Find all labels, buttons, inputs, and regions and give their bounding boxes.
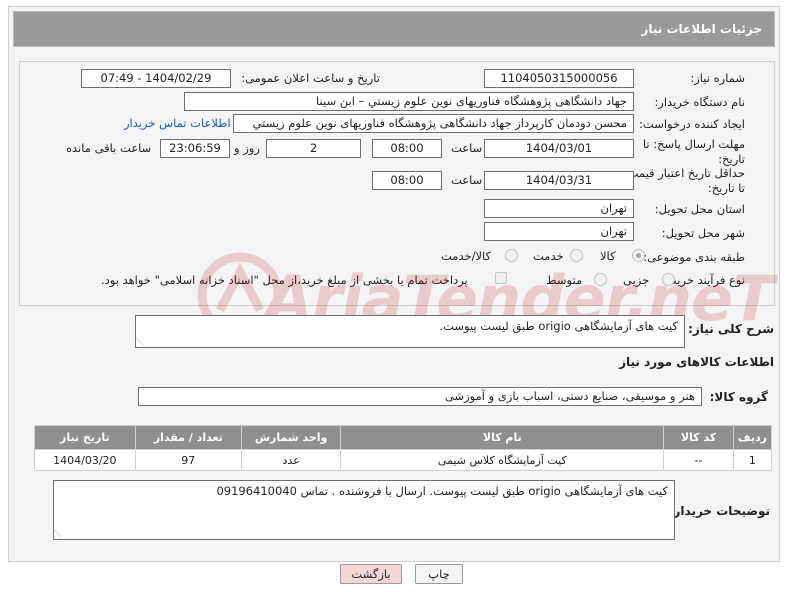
cell-row-number: 1 [732, 449, 773, 471]
goods-section-title: اطلاعات کالاهای مورد نیاز [619, 355, 774, 369]
col-unit: واحد شمارش [240, 425, 342, 450]
goods-group-field: هنر و موسیقی، صنایع دستی، اسباب بازی و آ… [138, 387, 702, 406]
cell-unit: عدد [240, 449, 342, 471]
category-option-service: خدمت [533, 249, 564, 263]
validity-time-label: ساعت [451, 173, 483, 187]
process-radio-minor[interactable] [662, 273, 675, 286]
col-quantity: تعداد / مقدار [134, 425, 242, 450]
col-row-number: ردیف [732, 425, 773, 450]
goods-group-label: گروه کالا: [709, 390, 768, 404]
col-need-date: تاریخ نیاز [34, 425, 136, 450]
description-textarea[interactable]: کیت های آزمایشگاهی origio طبق لیست پیوست… [135, 315, 685, 348]
validity-label: حداقل تاریخ اعتبار قیمت: تا تاریخ: [623, 166, 745, 195]
print-button[interactable]: چاپ [415, 564, 463, 584]
cell-need-date: 1404/03/20 [34, 449, 136, 471]
cell-quantity: 97 [134, 449, 242, 471]
deadline-time-label: ساعت [451, 141, 483, 155]
resize-grip-icon[interactable] [54, 529, 69, 537]
goods-table-header: ردیف کد کالا نام کالا واحد شمارش تعداد /… [34, 425, 773, 450]
deadline-label: مهلت ارسال پاسخ: تا تاریخ: [642, 137, 745, 166]
province-field: تهران [484, 199, 634, 218]
deadline-time-field: 08:00 [372, 139, 442, 158]
panel-header: جزئیات اطلاعات نیاز [13, 11, 775, 47]
resize-grip-icon[interactable] [136, 337, 151, 345]
category-option-goods: کالا [600, 249, 616, 263]
days-remaining-field: 2 [266, 139, 361, 158]
buyer-org-field: جهاد دانشگاهی پژوهشگاه فناوریهای نوین عل… [184, 92, 634, 111]
buyer-notes-text: کیت های آزمایشگاهی origio طبق لیست پیوست… [216, 484, 668, 498]
validity-time-field: 08:00 [372, 171, 442, 190]
announce-datetime-field: 1404/02/29 - 07:49 [81, 69, 231, 88]
deadline-date-field: 1404/03/01 [484, 139, 634, 158]
panel-title: جزئیات اطلاعات نیاز [641, 22, 762, 36]
days-label: روز و [234, 141, 260, 155]
category-radio-service[interactable] [570, 249, 583, 262]
cell-goods-name: کیت آزمایشگاه کلاس شیمی [340, 449, 665, 471]
process-option-medium: متوسط [546, 273, 583, 287]
announce-datetime-label: تاریخ و ساعت اعلان عمومی: [241, 71, 380, 85]
description-text: کیت های آزمایشگاهی origio طبق لیست پیوست… [439, 319, 678, 333]
buyer-notes-textarea[interactable]: کیت های آزمایشگاهی origio طبق لیست پیوست… [53, 480, 675, 540]
creator-field: محسن دودمان کارپرداز جهاد دانشگاهی پژوهش… [233, 114, 634, 133]
back-button[interactable]: بازگشت [340, 564, 402, 584]
cell-goods-code: -- [663, 449, 734, 471]
category-radio-goods-service[interactable] [505, 249, 518, 262]
remaining-time-field: 23:06:59 [160, 139, 230, 158]
col-goods-code: کد کالا [663, 425, 734, 450]
process-option-minor: جزیی [623, 273, 650, 287]
buyer-contact-link[interactable]: اطلاعات تماس خریدار [124, 116, 231, 130]
description-label: شرح کلی نیاز: [688, 322, 774, 336]
goods-table: ردیف کد کالا نام کالا واحد شمارش تعداد /… [34, 425, 773, 471]
category-option-goods-service: کالا/خدمت [441, 249, 492, 263]
process-radio-medium[interactable] [594, 273, 607, 286]
treasury-payment-checkbox[interactable] [495, 272, 507, 284]
buyer-org-label: نام دستگاه خریدار: [654, 95, 745, 109]
table-row: 1 -- کیت آزمایشگاه کلاس شیمی عدد 97 1404… [34, 449, 773, 471]
province-label: استان محل تحویل: [654, 202, 745, 216]
buyer-notes-label: توضیحات خریدار: [668, 504, 770, 518]
validity-date-field: 1404/03/31 [484, 171, 634, 190]
col-goods-name: نام کالا [340, 425, 665, 450]
process-type-label: نوع فرآیند خرید : [663, 273, 745, 287]
treasury-payment-note: پرداخت تمام یا بخشی از مبلغ خرید،از محل … [101, 273, 468, 287]
category-label: طبقه بندی موضوعی: [643, 250, 745, 264]
remaining-time-label: ساعت باقی مانده [66, 141, 152, 155]
need-number-field: 1104050315000056 [484, 69, 634, 88]
creator-label: ایجاد کننده درخواست: [639, 117, 745, 131]
city-label: شهر محل تحویل: [661, 226, 745, 240]
category-radio-goods[interactable] [632, 249, 645, 262]
need-number-label: شماره نیاز: [690, 71, 745, 85]
city-field: تهران [484, 222, 634, 241]
